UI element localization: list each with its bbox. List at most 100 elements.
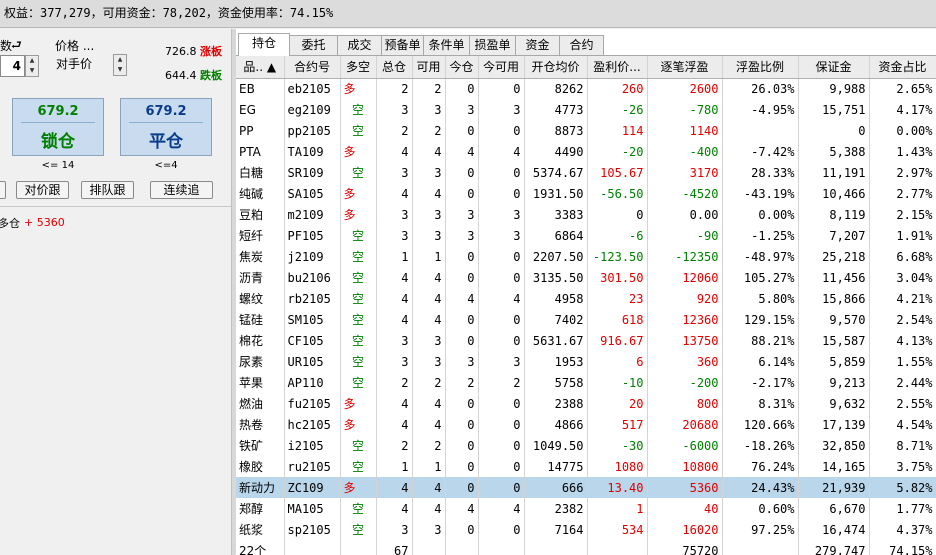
table-row[interactable]: 纯碱 SA105 多 4 4 0 0 1931.50 -56.50 -4520 -43.19% 10,… [236,183,936,204]
cell-avg-open-price: 666 [524,477,588,498]
col-available-header[interactable]: 可用 [412,56,446,79]
cell-profit-price: 1 [587,498,648,519]
tab-orders[interactable]: 委托 [289,35,338,55]
table-row[interactable]: 棉花 CF105 空 3 3 0 0 5631.67 916.67 13750 88.21% 15,5… [236,330,936,351]
panel-separator [0,206,231,207]
cell-pnl-ratio: 26.03% [722,78,799,99]
tab-stop-orders[interactable]: 损盈单 [469,35,516,55]
col-direction-header[interactable]: 多空 [340,56,377,79]
cell-total: 2 [376,78,413,99]
cell-profit-price: -123.50 [587,246,648,267]
col-contract-header[interactable]: 合约号 [284,56,341,79]
cell-contract: pp2105 [284,120,341,141]
col-avg-open-price-header[interactable]: 开仓均价 [524,56,588,79]
cell-floating-pnl: 800 [647,393,723,414]
positions-panel: 持仓 委托 成交 预备单 条件单 损盈单 资金 合约 品.. ▲ 合约号 多空 总仓 可用 今仓 今可用开… [236,29,936,555]
cell-product: 纯碱 [236,183,285,204]
price-type-select[interactable]: 对手价 [54,54,112,76]
cell-available: 2 [412,435,446,456]
cell-floating-pnl: 16020 [647,519,723,540]
table-row[interactable]: 沥青 bu2106 空 4 4 0 0 3135.50 301.50 12060 105.27% 11… [236,267,936,288]
cell-today-available: 0 [478,456,525,477]
table-row[interactable]: 铁矿 i2105 空 2 2 0 0 1049.50 -30 -6000 -18.26% 32,850… [236,435,936,456]
table-row[interactable]: 纸浆 sp2105 空 3 3 0 0 7164 534 16020 97.25% 16,474 4.3… [236,519,936,540]
cell-floating-pnl: -90 [647,225,723,246]
col-fund-ratio-header[interactable]: 资金占比 [869,56,936,79]
col-margin-header[interactable]: 保证金 [798,56,870,79]
table-row[interactable]: 燃油 fu2105 多 4 4 0 0 2388 20 800 8.31% 9,632 2.55% [236,393,936,414]
counter-price-follow-button[interactable]: 对价跟 [16,181,69,199]
table-row[interactable]: 尿素 UR105 空 3 3 3 3 1953 6 360 6.14% 5,859 1.55% [236,351,936,372]
table-row[interactable]: 短纤 PF105 空 3 3 3 3 6864 -6 -90 -1.25% 7,207 1.91% [236,225,936,246]
quantity-stepper[interactable]: ▲ ▼ [25,55,39,77]
col-floating-pnl-header[interactable]: 逐笔浮盈 [647,56,723,79]
cell-today-available [478,540,525,555]
cell-profit-price: 534 [587,519,648,540]
cell-pnl-ratio: 24.43% [722,477,799,498]
col-total-header[interactable]: 总仓 [376,56,413,79]
tab-funds[interactable]: 资金 [515,35,560,55]
table-row[interactable]: 新动力 ZC109 多 4 4 0 0 666 13.40 5360 24.43% 21,939 5.8… [236,477,936,498]
partial-button[interactable] [0,181,6,199]
cell-margin: 279,747 [798,540,870,555]
tab-positions[interactable]: 持仓 [238,33,290,56]
cell-product: 橡胶 [236,456,285,477]
table-row[interactable]: PTA TA109 多 4 4 4 4 4490 -20 -400 -7.42% 5,388 1.43% [236,141,936,162]
cell-product: 热卷 [236,414,285,435]
cell-pnl-ratio: -1.25% [722,225,799,246]
cell-total: 2 [376,372,413,393]
queue-follow-button[interactable]: 排队跟 [81,181,134,199]
table-row[interactable]: 橡胶 ru2105 空 1 1 0 0 14775 1080 10800 76.24% 14,165 3… [236,456,936,477]
table-row[interactable]: 白糖 SR109 空 3 3 0 0 5374.67 105.67 3170 28.33% 11,19… [236,162,936,183]
cell-margin: 10,466 [798,183,870,204]
table-row[interactable]: 热卷 hc2105 多 4 4 0 0 4866 517 20680 120.66% 17,139 4.… [236,414,936,435]
close-position-button[interactable]: 679.2 平仓 [120,98,212,156]
table-row[interactable]: EG eg2109 空 3 3 3 3 4773 -26 -780 -4.95% 15,751 4.17… [236,99,936,120]
price-stepper[interactable]: ▲ ▼ [113,54,127,76]
order-entry-panel: 数 ⮐ 4 ▲ ▼ 价格 ... 对手价 ▲ ▼ 726.8 涨板 644.4 跌板… [0,29,231,555]
cell-today: 0 [445,435,479,456]
col-profit-price-header[interactable]: 盈利价... [587,56,648,79]
table-row[interactable]: 郑醇 MA105 空 4 4 4 4 2382 1 40 0.60% 6,670 1.77% [236,498,936,519]
cell-avg-open-price: 6864 [524,225,588,246]
upper-limit-tag: 涨板 [200,45,222,58]
cell-avg-open-price: 4958 [524,288,588,309]
cell-profit-price: 618 [587,309,648,330]
table-row[interactable]: PP pp2105 空 2 2 0 0 8873 114 1140 0 0.00% [236,120,936,141]
cell-profit-price: 0 [587,204,648,225]
quantity-input[interactable]: 4 [0,55,25,77]
table-row[interactable]: 锰硅 SM105 空 4 4 0 0 7402 618 12360 129.15% 9,570 2.54… [236,309,936,330]
cell-direction: 空 [340,372,377,393]
cell-avg-open-price: 5374.67 [524,162,588,183]
col-today-header[interactable]: 今仓 [445,56,479,79]
tab-conditional-orders[interactable]: 条件单 [423,35,470,55]
continuous-chase-button[interactable]: 连续追 [150,181,213,199]
cell-avg-open-price [524,540,588,555]
cell-today: 0 [445,267,479,288]
cell-product: 白糖 [236,162,285,183]
cell-today-available: 0 [478,162,525,183]
table-row[interactable]: 螺纹 rb2105 空 4 4 4 4 4958 23 920 5.80% 15,866 4.21% [236,288,936,309]
cell-total: 3 [376,162,413,183]
totals-row[interactable]: 22个 67 75720 279,747 74.15% [236,540,936,555]
tab-prepared-orders[interactable]: 预备单 [381,35,424,55]
cell-profit-price: 114 [587,120,648,141]
col-product-header[interactable]: 品.. ▲ [236,56,285,79]
cell-floating-pnl: -4520 [647,183,723,204]
cell-today-available: 0 [478,267,525,288]
cell-direction: 多 [340,204,377,225]
cell-total: 4 [376,477,413,498]
cell-floating-pnl: -200 [647,372,723,393]
cell-pnl-ratio [722,120,799,141]
table-row[interactable]: 豆粕 m2109 多 3 3 3 3 3383 0 0.00 0.00% 8,119 2.15% [236,204,936,225]
table-row[interactable]: 焦炭 j2109 空 1 1 0 0 2207.50 -123.50 -12350 -48.97% 2… [236,246,936,267]
col-pnl-ratio-header[interactable]: 浮盈比例 [722,56,799,79]
tab-contracts[interactable]: 合约 [559,35,604,55]
table-row[interactable]: EB eb2105 多 2 2 0 0 8262 260 2600 26.03% 9,988 2.65% [236,78,936,99]
return-icon[interactable]: ⮐ [11,36,22,57]
col-today-available-header[interactable]: 今可用 [478,56,525,79]
tab-trades[interactable]: 成交 [337,35,382,55]
cell-product: 豆粕 [236,204,285,225]
table-row[interactable]: 苹果 AP110 空 2 2 2 2 5758 -10 -200 -2.17% 9,213 2.44% [236,372,936,393]
lock-position-button[interactable]: 679.2 锁仓 [12,98,104,156]
